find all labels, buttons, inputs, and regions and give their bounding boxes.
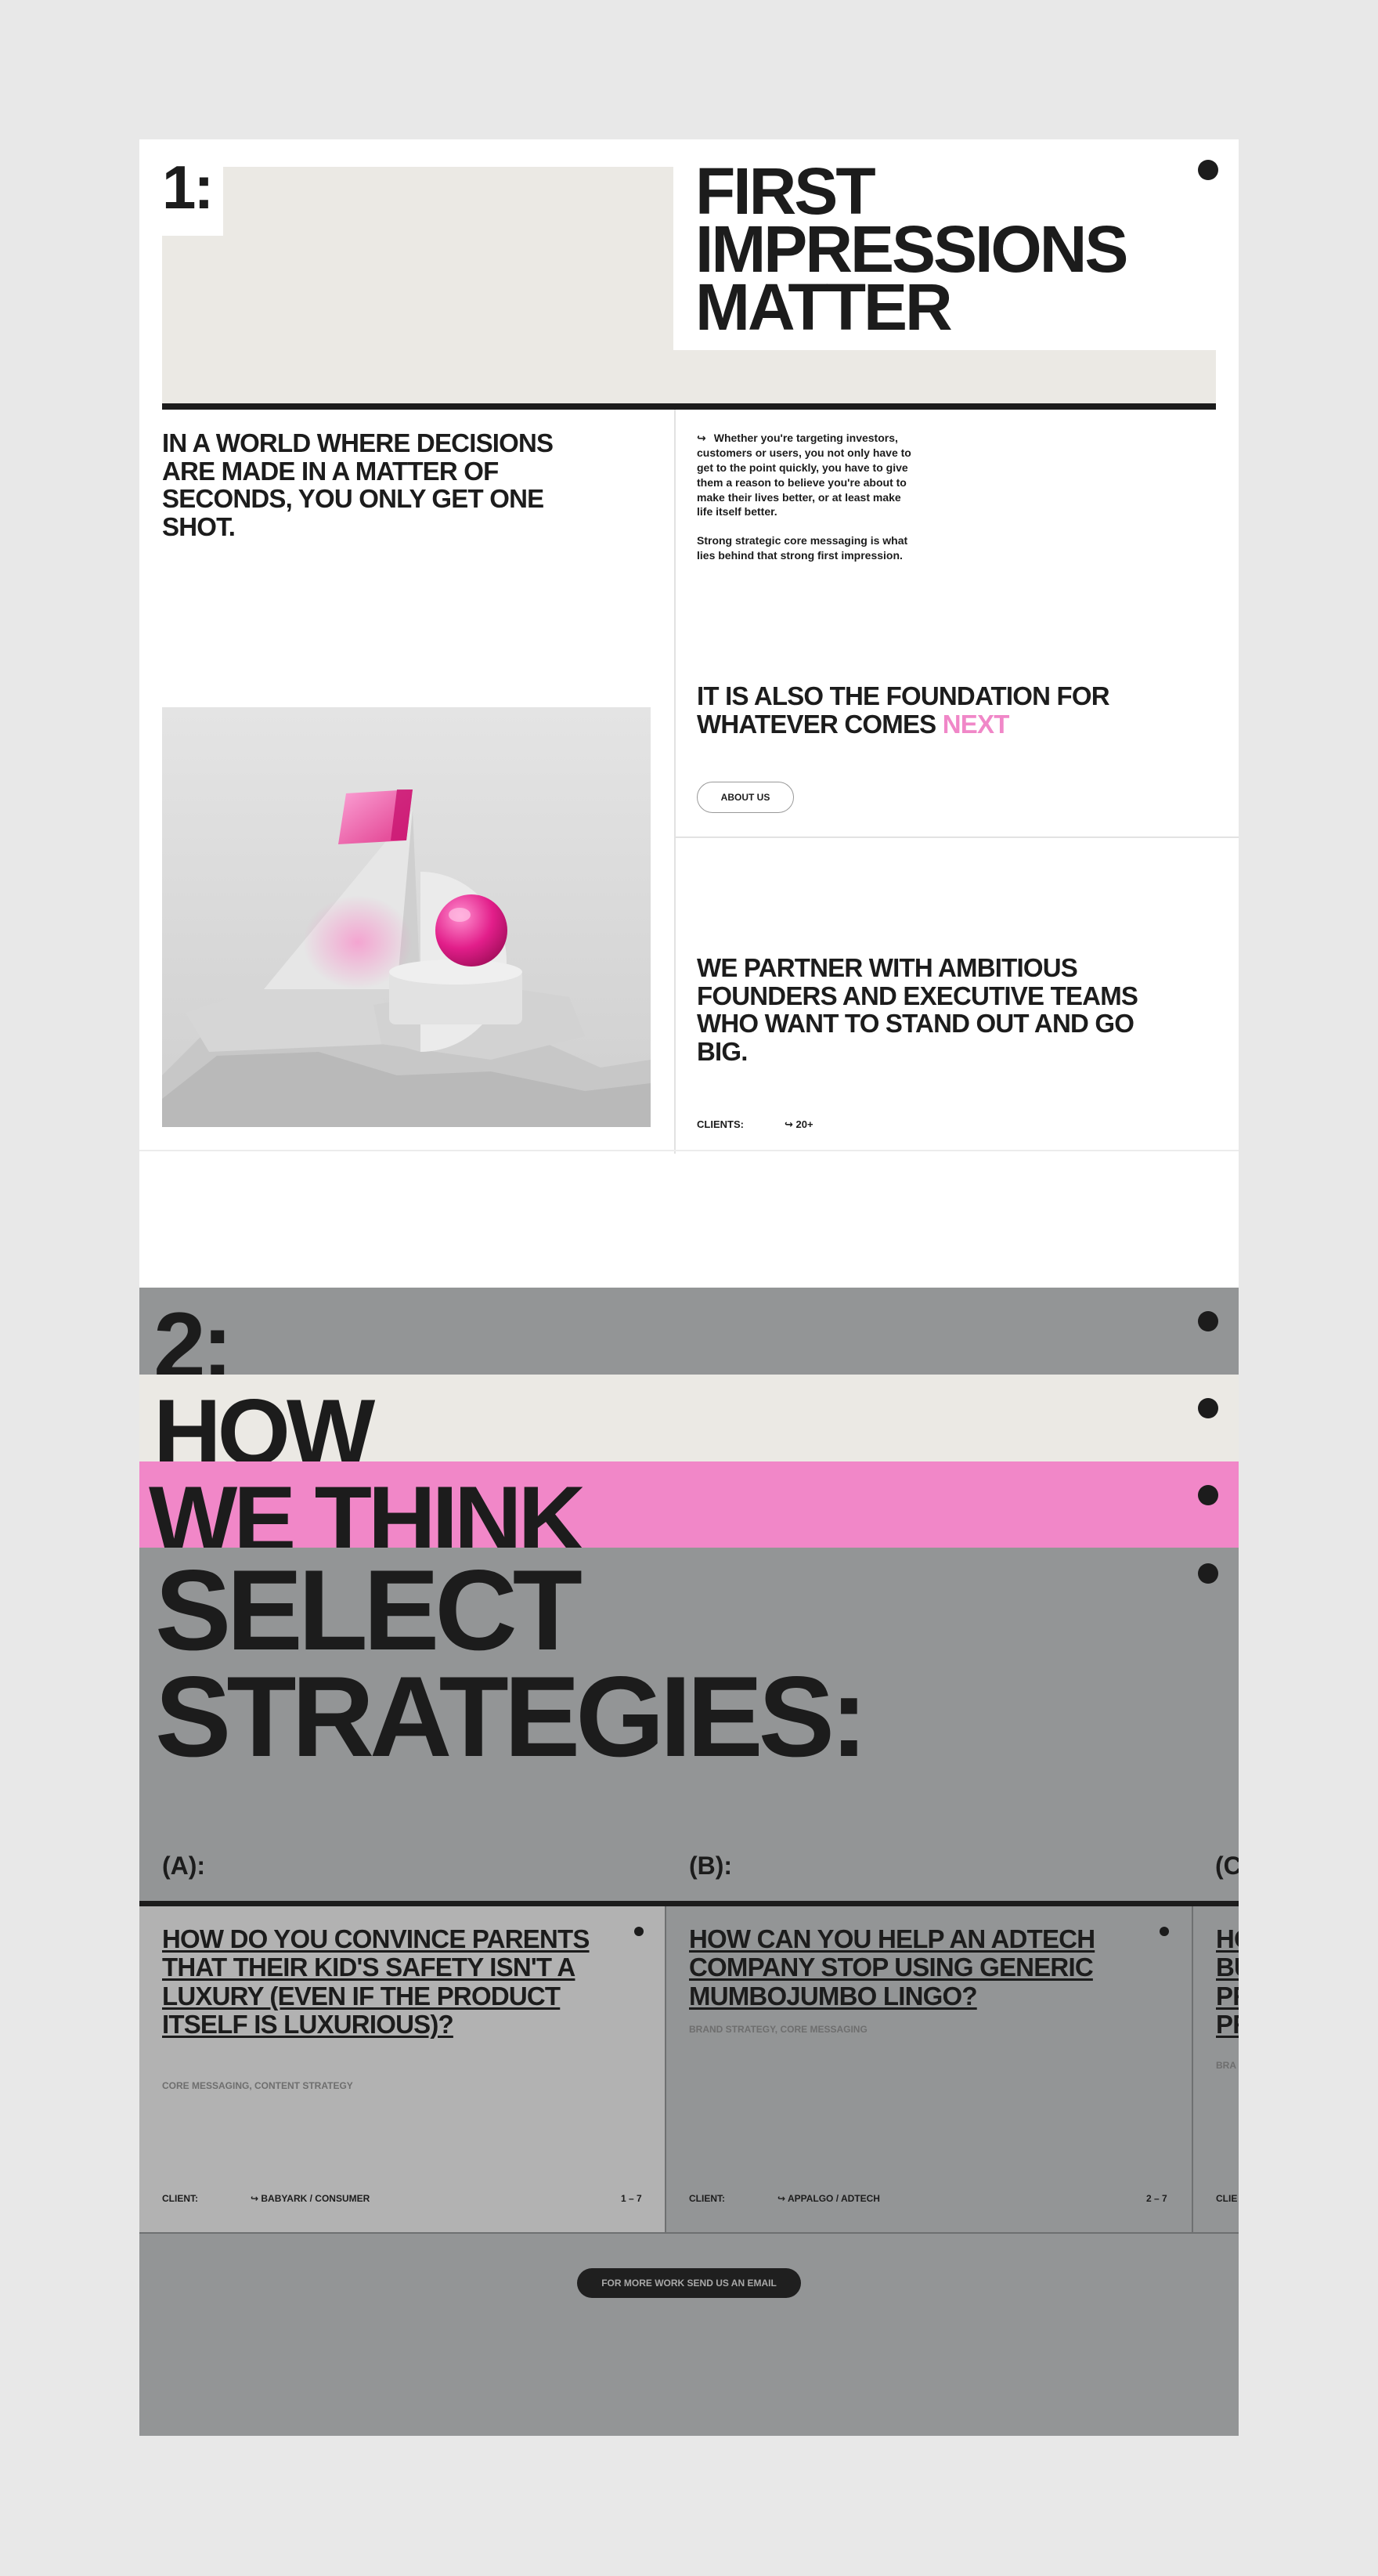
- section2-word-we-think: WE THINK: [149, 1467, 586, 1548]
- strategies-rule: [139, 1901, 1239, 1906]
- dot-icon: [1198, 1563, 1218, 1584]
- band-we-think: WE THINK: [139, 1461, 1239, 1548]
- dot-icon: [1198, 1398, 1218, 1418]
- card-tags: CORE MESSAGING, CONTENT STRATEGY: [162, 2080, 353, 2091]
- column-label-c: (C: [1215, 1852, 1239, 1880]
- more-work-button[interactable]: FOR MORE WORK SEND US AN EMAIL: [577, 2268, 801, 2298]
- column-divider: [674, 410, 676, 1154]
- band-number: 2:: [139, 1288, 1239, 1375]
- intro-body: ↪ Whether you're targeting investors, cus…: [697, 431, 916, 563]
- section2-word-how: HOW: [153, 1380, 375, 1461]
- section2-number: 2:: [153, 1293, 233, 1375]
- dot-icon: [1198, 1485, 1218, 1505]
- section-divider: [139, 1150, 1239, 1151]
- card-client-label: CLIE: [1216, 2193, 1238, 2204]
- arrow-hook-icon: ↪: [697, 432, 706, 444]
- partner-statement: WE PARTNER WITH AMBITIOUS FOUNDERS AND E…: [697, 953, 1138, 1066]
- card-pages: 2 – 7: [1146, 2193, 1167, 2204]
- card-title[interactable]: HOW DO YOU CONVINCE PARENTS THAT THEIR K…: [162, 1924, 601, 2039]
- foundation-highlight: NEXT: [942, 709, 1010, 739]
- intro-paragraph-1: Whether you're targeting investors, cust…: [697, 432, 911, 518]
- dot-icon: [1198, 160, 1218, 180]
- card-tags: BRA: [1216, 2060, 1236, 2071]
- hero-image: [162, 707, 651, 1127]
- section-title: FIRST IMPRESSIONS MATTER: [695, 154, 1128, 344]
- card-client: ↪ BABYARK / CONSUMER: [251, 2193, 370, 2204]
- foundation-statement: IT IS ALSO THE FOUNDATION FOR WHATEVER C…: [697, 682, 1167, 738]
- card-client-label: CLIENT:: [689, 2193, 725, 2204]
- row-divider: [674, 836, 1239, 838]
- card-title[interactable]: HO BU PR PR: [1216, 1924, 1239, 2039]
- card-title[interactable]: HOW CAN YOU HELP AN ADTECH COMPANY STOP …: [689, 1924, 1127, 2011]
- dot-icon: [1198, 1311, 1218, 1331]
- card-client: ↪ APPALGO / ADTECH: [777, 2193, 880, 2204]
- dot-icon: [1160, 1927, 1169, 1936]
- lead-statement: IN A WORLD WHERE DECISIONS ARE MADE IN A…: [162, 428, 554, 541]
- intro-paragraph-2: Strong strategic core messaging is what …: [697, 534, 908, 562]
- strategy-card-c[interactable]: HO BU PR PR BRA CLIE: [1193, 1906, 1239, 2234]
- column-label-b: (B):: [689, 1852, 733, 1880]
- page: 1: FIRST IMPRESSIONS MATTER IN A WORLD W…: [139, 139, 1239, 2436]
- card-tags: BRAND STRATEGY, CORE MESSAGING: [689, 2024, 868, 2035]
- band-how: HOW: [139, 1375, 1239, 1461]
- section-number: 1:: [162, 153, 214, 222]
- about-us-button[interactable]: ABOUT US: [697, 782, 794, 813]
- column-label-a: (A):: [162, 1852, 206, 1880]
- clients-count: ↪ 20+: [785, 1118, 813, 1130]
- card-client-label: CLIENT:: [162, 2193, 198, 2204]
- card-pages: 1 – 7: [621, 2193, 642, 2204]
- strategies-heading: SELECT STRATEGIES:: [155, 1546, 868, 1780]
- dot-icon: [634, 1927, 644, 1936]
- strategy-card-a[interactable]: HOW DO YOU CONVINCE PARENTS THAT THEIR K…: [139, 1906, 666, 2234]
- foundation-text: IT IS ALSO THE FOUNDATION FOR WHATEVER C…: [697, 681, 1110, 739]
- divider-rule: [162, 403, 1216, 410]
- strategy-card-b[interactable]: HOW CAN YOU HELP AN ADTECH COMPANY STOP …: [666, 1906, 1193, 2234]
- clients-label: CLIENTS:: [697, 1118, 744, 1130]
